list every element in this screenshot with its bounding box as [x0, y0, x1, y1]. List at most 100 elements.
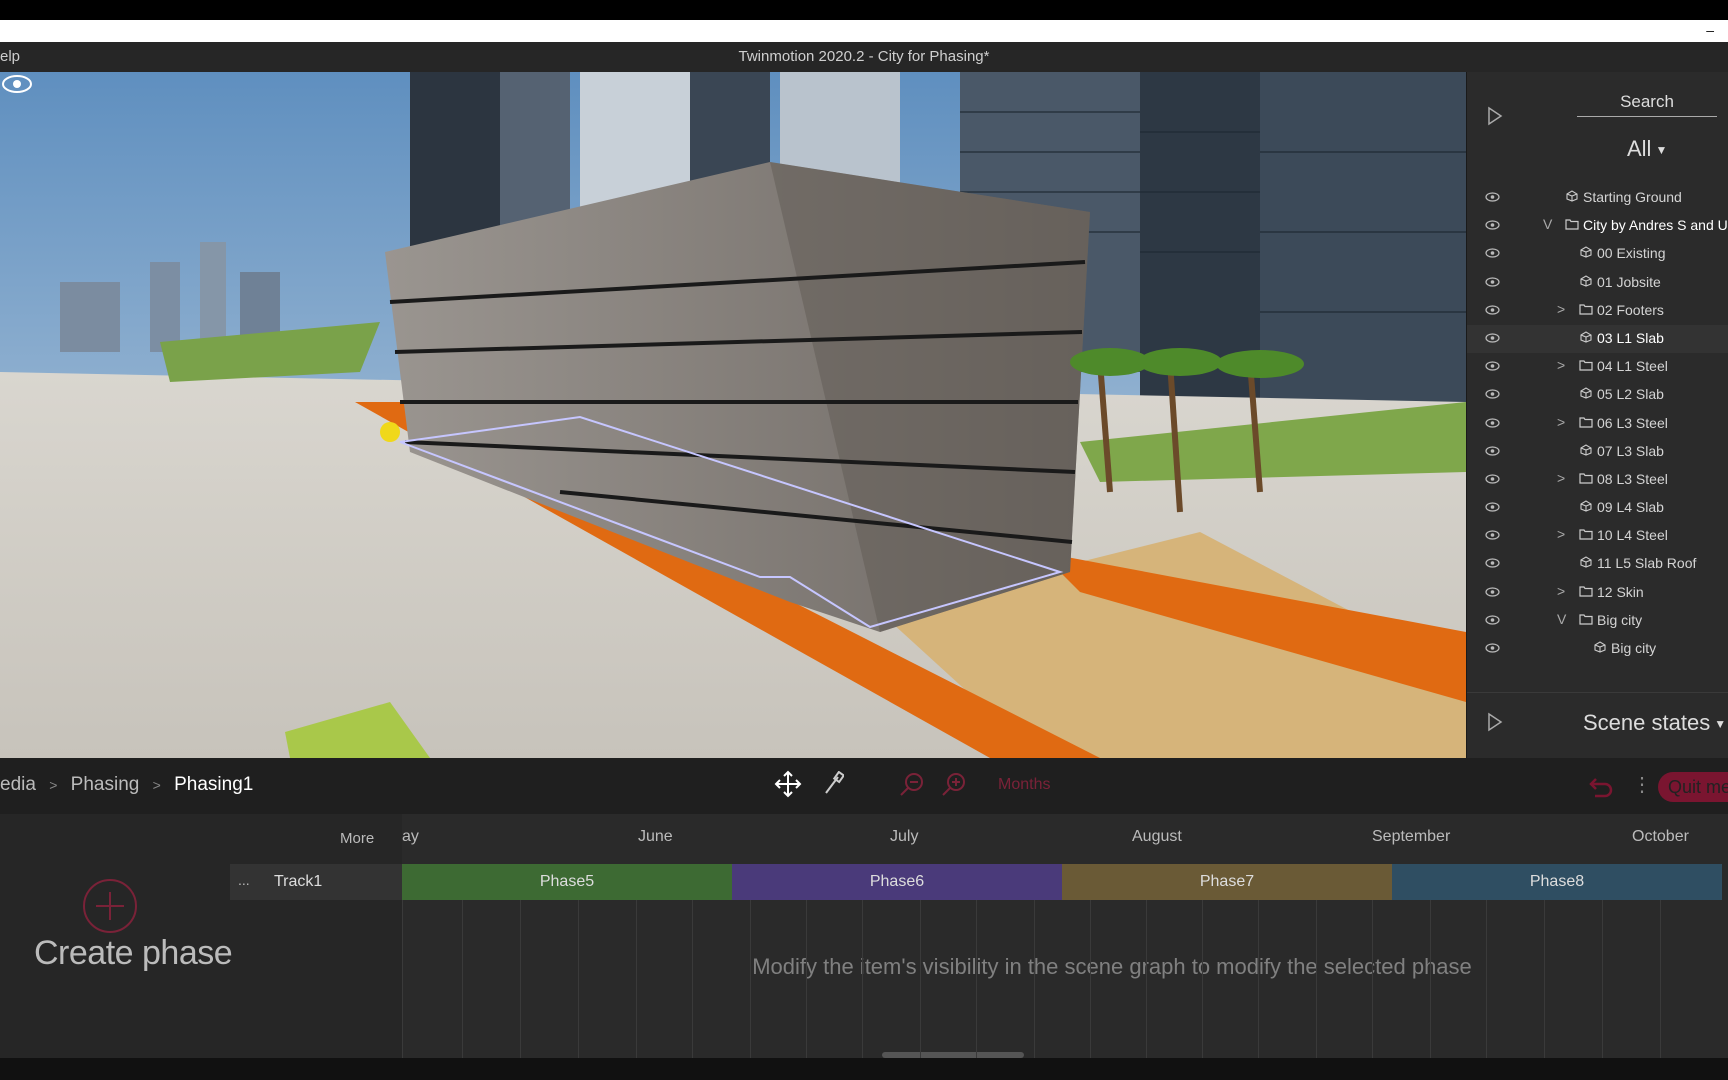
more-button[interactable]: More [340, 830, 374, 847]
phase-block[interactable]: Phase5 [402, 864, 732, 900]
breadcrumb-media[interactable]: edia [0, 774, 36, 795]
zoom-out-icon[interactable] [898, 770, 926, 798]
mesh-object-icon [1580, 500, 1592, 512]
tree-item-label: City by Andres S and Unforg [1583, 217, 1728, 234]
grid-line [1486, 900, 1487, 1058]
grid-line [1202, 900, 1203, 1058]
search-input[interactable]: Search [1577, 92, 1717, 117]
grid-line [1146, 900, 1147, 1058]
grid-line [636, 900, 637, 1058]
visibility-eye-icon[interactable] [1485, 502, 1500, 512]
eye-icon[interactable] [0, 72, 34, 96]
tree-item[interactable]: 00 Existing [1467, 240, 1728, 268]
tree-item[interactable]: 03 L1 Slab [1467, 324, 1728, 354]
move-icon[interactable] [774, 770, 802, 798]
track-row[interactable]: ... Track1 [230, 864, 402, 900]
3d-viewport[interactable] [0, 72, 1466, 758]
expand-toggle-icon[interactable]: V [1557, 611, 1566, 627]
tree-item[interactable]: Big city [1467, 635, 1728, 663]
visibility-eye-icon[interactable] [1485, 615, 1500, 625]
tree-item-label: Big city [1597, 611, 1643, 628]
tree-item-label: 11 L5 Slab Roof [1597, 555, 1697, 572]
expand-toggle-icon[interactable]: > [1557, 414, 1565, 430]
tree-item[interactable]: 05 L2 Slab [1467, 381, 1728, 409]
scene-states-dropdown[interactable]: Scene states ▼ [1583, 710, 1726, 736]
tree-item-label: Starting Ground [1583, 189, 1682, 205]
visibility-eye-icon[interactable] [1485, 305, 1500, 315]
grid-line [1660, 900, 1661, 1058]
tree-item-label: 05 L2 Slab [1597, 386, 1664, 403]
visibility-eye-icon[interactable] [1485, 558, 1500, 569]
zoom-in-icon[interactable] [940, 770, 968, 798]
visibility-eye-icon[interactable] [1485, 474, 1500, 484]
play-icon[interactable] [1487, 106, 1503, 126]
track-options[interactable]: ... [238, 872, 250, 888]
phase-block[interactable]: Phase6 [732, 864, 1062, 900]
mesh-object-icon [1566, 190, 1578, 202]
caret-down-icon: ▼ [1655, 143, 1668, 158]
expand-toggle-icon[interactable]: > [1557, 301, 1565, 317]
tree-item[interactable]: >10 L4 Steel [1467, 522, 1728, 550]
tree-item[interactable]: 07 L3 Slab [1467, 438, 1728, 466]
title-bar: elp Twinmotion 2020.2 - City for Phasing… [0, 42, 1728, 72]
eyedropper-icon[interactable] [822, 771, 844, 797]
minimize-button[interactable]: – [1706, 22, 1714, 38]
month-label: June [638, 828, 673, 845]
filter-label: All [1627, 136, 1652, 161]
add-circle-icon[interactable] [82, 878, 138, 934]
visibility-eye-icon[interactable] [1485, 587, 1500, 597]
visibility-eye-icon[interactable] [1485, 417, 1500, 428]
filter-dropdown[interactable]: All ▼ [1627, 136, 1667, 162]
create-phase-button[interactable]: Create phase [34, 934, 233, 973]
visibility-eye-icon[interactable] [1485, 276, 1500, 287]
os-title-strip: – [0, 20, 1728, 42]
timeline-grid[interactable]: Modify the item's visibility in the scen… [402, 814, 1728, 1058]
tree-item[interactable]: >02 Footers [1467, 297, 1728, 325]
top-border [0, 0, 1728, 20]
tree-item[interactable]: 11 L5 Slab Roof [1467, 550, 1728, 578]
months-selector[interactable]: Months [998, 776, 1050, 794]
tree-item[interactable]: V Big city [1467, 607, 1728, 635]
play-icon[interactable] [1487, 712, 1503, 732]
grid-line [1258, 900, 1259, 1058]
chevron-right-icon: > [152, 777, 161, 793]
tree-item[interactable]: >08 L3 Steel [1467, 466, 1728, 494]
breadcrumb-current: Phasing1 [174, 774, 254, 795]
expand-toggle-icon[interactable]: > [1557, 526, 1565, 542]
grid-line [692, 900, 693, 1058]
tree-item-label: 06 L3 Steel [1597, 414, 1668, 431]
tree-item[interactable]: >06 L3 Steel [1467, 410, 1728, 438]
visibility-eye-icon[interactable] [1485, 643, 1500, 653]
tree-item-label: 12 Skin [1597, 583, 1644, 600]
visibility-eye-icon[interactable] [1485, 389, 1500, 399]
tree-item[interactable]: Starting Ground [1467, 184, 1728, 212]
visibility-eye-icon[interactable] [1485, 192, 1500, 202]
expand-toggle-icon[interactable]: > [1557, 583, 1565, 599]
visibility-eye-icon[interactable] [1485, 530, 1500, 540]
tree-item[interactable]: 01 Jobsite [1467, 269, 1728, 297]
visibility-eye-icon[interactable] [1485, 333, 1500, 343]
undo-icon[interactable] [1585, 774, 1615, 798]
phase-block[interactable]: Phase8 [1392, 864, 1722, 900]
month-label: October [1632, 828, 1689, 845]
visibility-eye-icon[interactable] [1485, 248, 1500, 258]
phase-block[interactable]: Phase7 [1062, 864, 1392, 900]
visibility-eye-icon[interactable] [1485, 361, 1500, 371]
tree-item[interactable]: 09 L4 Slab [1467, 494, 1728, 522]
expand-toggle-icon[interactable]: > [1557, 470, 1565, 486]
expand-toggle-icon[interactable]: V [1543, 216, 1552, 232]
folder-icon [1579, 473, 1593, 484]
tree-item[interactable]: >04 L1 Steel [1467, 353, 1728, 381]
grid-line [976, 900, 977, 1058]
folder-icon [1579, 360, 1593, 371]
tree-item[interactable]: V City by Andres S and Unforg [1467, 212, 1728, 240]
visibility-eye-icon[interactable] [1485, 446, 1500, 456]
grid-line [1602, 900, 1603, 1058]
grid-line [1090, 900, 1091, 1058]
quit-media-button[interactable]: Quit med [1658, 772, 1728, 802]
breadcrumb-phasing[interactable]: Phasing [71, 774, 140, 795]
visibility-eye-icon[interactable] [1485, 220, 1500, 230]
more-options-icon[interactable]: ⋮ [1632, 772, 1652, 797]
expand-toggle-icon[interactable]: > [1557, 357, 1565, 373]
tree-item[interactable]: >12 Skin [1467, 579, 1728, 607]
